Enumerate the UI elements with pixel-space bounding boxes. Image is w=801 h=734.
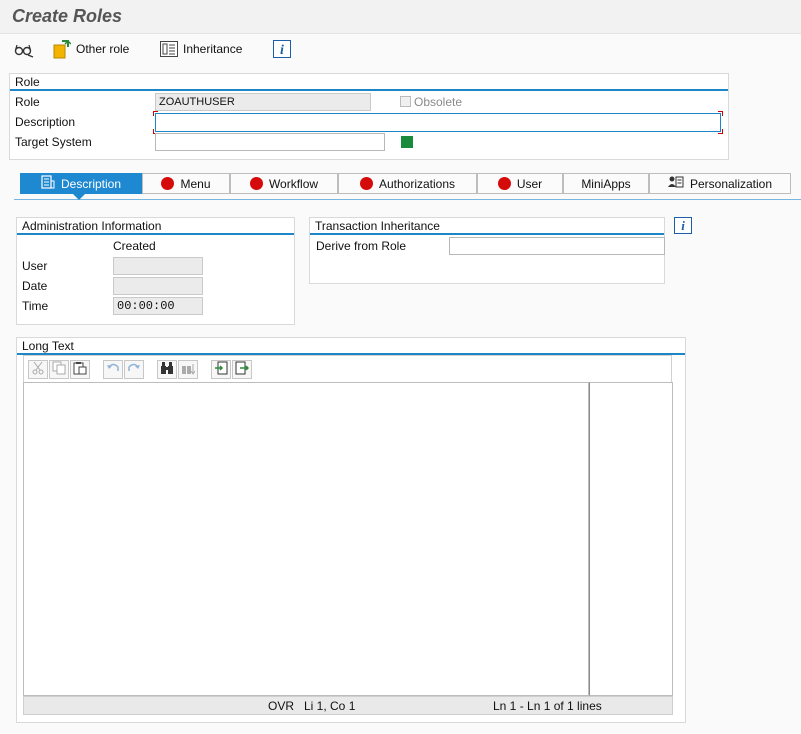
inheritance-icon bbox=[160, 41, 178, 57]
binoculars-icon bbox=[160, 361, 174, 378]
export-button[interactable] bbox=[232, 360, 252, 379]
application-toolbar: Other role Inheritance i bbox=[0, 34, 801, 64]
undo-button[interactable] bbox=[103, 360, 123, 379]
inheritance-button[interactable]: Inheritance bbox=[160, 37, 242, 61]
other-role-label: Other role bbox=[76, 42, 130, 56]
import-icon bbox=[214, 361, 228, 378]
other-role-icon bbox=[53, 39, 71, 59]
personalization-icon bbox=[667, 175, 684, 192]
green-status-icon bbox=[401, 136, 413, 148]
tab-user[interactable]: User bbox=[477, 173, 563, 194]
copy-icon bbox=[52, 361, 66, 378]
derive-from-role-label: Derive from Role bbox=[316, 239, 407, 253]
paste-button[interactable] bbox=[70, 360, 90, 379]
svg-text:i: i bbox=[280, 43, 284, 58]
title-bar: Create Roles bbox=[0, 0, 801, 34]
import-button[interactable] bbox=[211, 360, 231, 379]
long-text-editor[interactable] bbox=[23, 382, 589, 696]
page-title: Create Roles bbox=[12, 6, 123, 26]
obsolete-label: Obsolete bbox=[414, 95, 463, 109]
long-text-header: Long Text bbox=[17, 338, 685, 355]
svg-text:i: i bbox=[681, 218, 685, 233]
red-status-icon bbox=[249, 177, 263, 190]
export-icon bbox=[235, 361, 250, 378]
display-change-button[interactable] bbox=[14, 37, 34, 61]
cut-button[interactable] bbox=[28, 360, 48, 379]
tab-workflow[interactable]: Workflow bbox=[230, 173, 338, 194]
paste-icon bbox=[73, 361, 87, 378]
status-mode: OVR bbox=[268, 699, 295, 713]
obsolete-checkbox[interactable] bbox=[400, 96, 411, 107]
info-icon: i bbox=[674, 217, 692, 237]
target-system-label: Target System bbox=[15, 135, 92, 149]
date-label: Date bbox=[22, 279, 48, 293]
other-role-button[interactable]: Other role bbox=[53, 37, 129, 61]
description-field[interactable] bbox=[155, 113, 721, 132]
editor-toolbar bbox=[23, 355, 672, 382]
created-label: Created bbox=[113, 239, 156, 253]
role-group-header: Role bbox=[10, 74, 728, 91]
tab-authorizations[interactable]: Authorizations bbox=[338, 173, 477, 194]
description-icon bbox=[41, 175, 55, 192]
tab-description[interactable]: Description bbox=[20, 173, 142, 194]
editor-side-panel bbox=[589, 382, 673, 696]
created-user-field[interactable] bbox=[113, 257, 203, 275]
redo-button[interactable] bbox=[124, 360, 144, 379]
created-date-field[interactable] bbox=[113, 277, 203, 295]
status-lines: Ln 1 - Ln 1 of 1 lines bbox=[493, 699, 602, 713]
editor-status-bar: OVR Li 1, Co 1 Ln 1 - Ln 1 of 1 lines bbox=[23, 696, 673, 715]
user-label: User bbox=[22, 259, 48, 273]
copy-button[interactable] bbox=[49, 360, 69, 379]
find-button[interactable] bbox=[157, 360, 177, 379]
red-status-icon bbox=[161, 177, 175, 190]
tab-menu[interactable]: Menu bbox=[142, 173, 230, 194]
admin-info-header: Administration Information bbox=[17, 218, 294, 235]
transaction-inheritance-header: Transaction Inheritance bbox=[310, 218, 664, 235]
required-marker-bottom-right bbox=[718, 129, 723, 134]
info-button[interactable]: i bbox=[273, 37, 291, 61]
find-next-icon bbox=[181, 361, 196, 378]
tab-strip: Description Menu Workflow Authorizations… bbox=[20, 173, 791, 194]
inheritance-info-button[interactable]: i bbox=[674, 217, 692, 237]
target-system-field[interactable] bbox=[155, 133, 385, 151]
tab-personalization[interactable]: Personalization bbox=[649, 173, 791, 194]
derive-from-role-field[interactable] bbox=[449, 237, 665, 255]
tab-underline bbox=[14, 199, 801, 200]
glasses-icon bbox=[14, 40, 34, 58]
required-marker-top-right bbox=[718, 111, 723, 116]
status-cursor: Li 1, Co 1 bbox=[304, 699, 356, 713]
red-status-icon bbox=[497, 177, 511, 190]
redo-icon bbox=[127, 361, 141, 378]
tab-miniapps[interactable]: MiniApps bbox=[563, 173, 649, 194]
description-label: Description bbox=[15, 115, 76, 129]
inheritance-label: Inheritance bbox=[183, 42, 243, 56]
find-next-button[interactable] bbox=[178, 360, 198, 379]
scissors-icon bbox=[31, 361, 45, 378]
red-status-icon bbox=[359, 177, 373, 190]
required-marker-top-left bbox=[153, 111, 158, 116]
created-time-field[interactable]: 00:00:00 bbox=[113, 297, 203, 315]
role-label: Role bbox=[15, 95, 40, 109]
undo-icon bbox=[106, 361, 120, 378]
role-field[interactable]: ZOAUTHUSER bbox=[155, 93, 371, 111]
info-icon: i bbox=[273, 40, 291, 58]
time-label: Time bbox=[22, 299, 49, 313]
